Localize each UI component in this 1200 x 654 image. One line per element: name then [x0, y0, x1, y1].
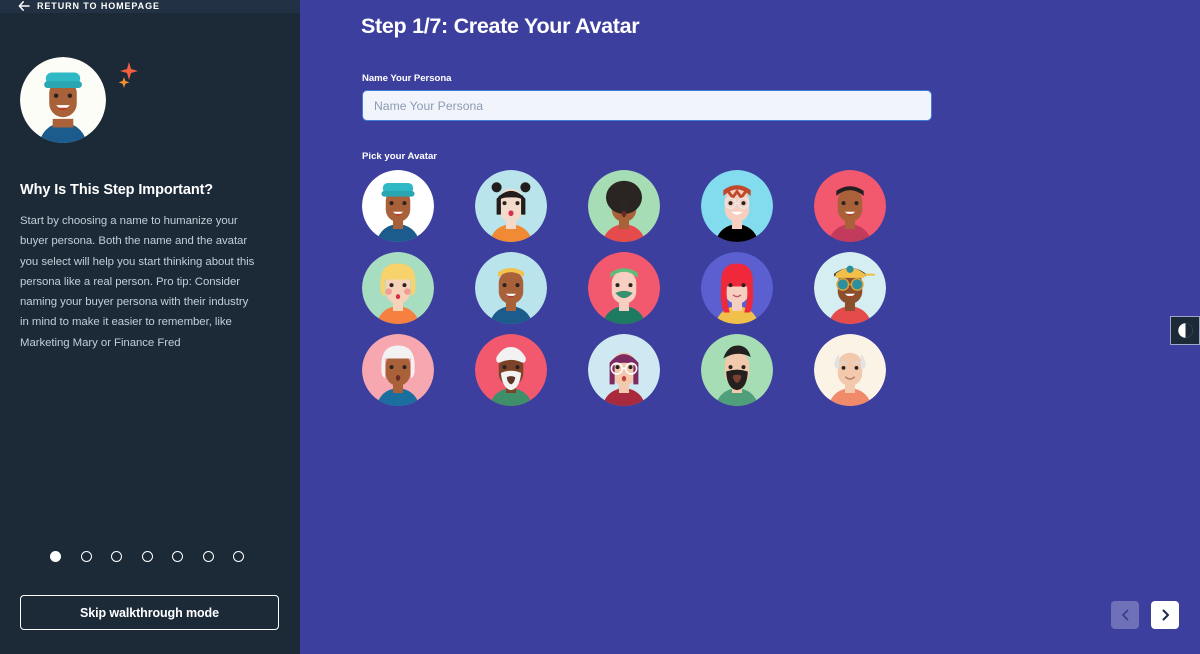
onboarding-walkthrough-page: RETURN TO HOMEPAGE Why Is This Step Impo…	[0, 0, 1200, 654]
avatar-option-woman-purple-bob-glasses[interactable]	[588, 334, 660, 406]
avatar-face	[588, 334, 660, 406]
next-step-button[interactable]	[1151, 601, 1179, 629]
sparkles-icon	[118, 62, 138, 88]
step-dot-7[interactable]	[233, 551, 244, 562]
sidebar-avatar-group	[20, 57, 150, 162]
step-dot-4[interactable]	[141, 551, 153, 562]
avatar-grid	[362, 170, 927, 416]
avatar-face	[588, 252, 660, 324]
avatar-option-woman-white-hair[interactable]	[362, 334, 434, 406]
return-to-homepage-label: RETURN TO HOMEPAGE	[37, 1, 160, 11]
avatar-option-man-blonde-short[interactable]	[475, 252, 547, 324]
avatar-option-woman-afro-green-bg[interactable]	[588, 170, 660, 242]
step-dot-1[interactable]	[50, 551, 61, 562]
page-title: Step 1/7: Create Your Avatar	[361, 14, 640, 38]
name-field-label: Name Your Persona	[362, 73, 452, 84]
avatar-face	[814, 334, 886, 406]
persona-name-input[interactable]	[362, 90, 932, 121]
avatar-option-bald-elder-man[interactable]	[814, 334, 886, 406]
contrast-toggle-button[interactable]	[1170, 316, 1200, 345]
avatar-face	[362, 170, 434, 242]
step-navigation	[1111, 601, 1179, 629]
contrast-toggle-icon	[1177, 323, 1193, 338]
step-progress-dots	[50, 551, 244, 562]
avatar-option-woman-blonde-curly[interactable]	[362, 252, 434, 324]
avatar-face	[814, 170, 886, 242]
sidebar-heading: Why Is This Step Important?	[20, 182, 214, 198]
avatar-section-label: Pick your Avatar	[362, 151, 438, 162]
avatar-face	[814, 252, 886, 324]
main-content-panel: Step 1/7: Create Your Avatar Name Your P…	[300, 0, 1200, 654]
avatar-face	[475, 334, 547, 406]
avatar-option-elder-man-white-beard[interactable]	[475, 334, 547, 406]
avatar-option-man-dark-hair-pink-bg[interactable]	[814, 170, 886, 242]
avatar-face	[701, 334, 773, 406]
avatar-face	[362, 334, 434, 406]
chevron-right-icon	[1162, 609, 1169, 621]
avatar-face	[475, 252, 547, 324]
step-dot-2[interactable]	[80, 551, 92, 562]
avatar-option-woman-red-long-hair[interactable]	[701, 252, 773, 324]
avatar-option-man-black-beard-pompadour[interactable]	[701, 334, 773, 406]
avatar-option-man-green-hair-mustache[interactable]	[588, 252, 660, 324]
avatar-face	[588, 170, 660, 242]
chevron-left-icon	[1121, 609, 1128, 621]
previous-step-button[interactable]	[1111, 601, 1139, 629]
skip-walkthrough-button[interactable]: Skip walkthrough mode	[20, 595, 279, 630]
avatar-face	[475, 170, 547, 242]
avatar-option-man-teal-beanie[interactable]	[362, 170, 434, 242]
avatar-face	[701, 170, 773, 242]
sidebar-panel: RETURN TO HOMEPAGE Why Is This Step Impo…	[0, 0, 300, 654]
avatar-option-man-cap-sunglasses[interactable]	[814, 252, 886, 324]
avatar-face	[362, 252, 434, 324]
step-dot-6[interactable]	[202, 551, 214, 562]
avatar-face	[701, 252, 773, 324]
return-to-homepage-link[interactable]: RETURN TO HOMEPAGE	[18, 1, 160, 11]
persona-avatar-beanie-icon	[20, 57, 106, 143]
step-dot-5[interactable]	[172, 551, 183, 562]
step-dot-3[interactable]	[111, 551, 122, 562]
avatar-option-girl-black-buns[interactable]	[475, 170, 547, 242]
sidebar-body-text: Start by choosing a name to humanize you…	[20, 215, 255, 349]
arrow-left-icon	[18, 1, 30, 11]
avatar-option-man-red-hair-glasses[interactable]	[701, 170, 773, 242]
